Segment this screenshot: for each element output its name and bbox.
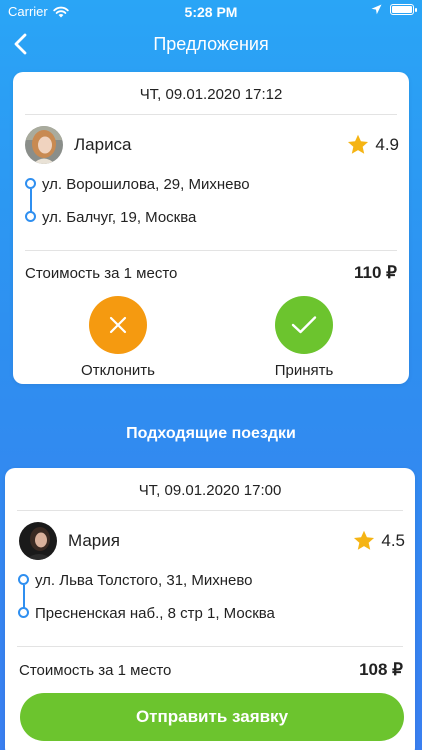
driver-name: Лариса (74, 135, 132, 154)
trip-date: ЧТ, 09.01.2020 17:00 (138, 482, 282, 499)
close-icon (109, 316, 127, 334)
route-start-dot (25, 178, 36, 189)
checkmark-icon (291, 316, 317, 334)
status-time: 5:28 PM (184, 4, 238, 20)
driver-photo (25, 126, 63, 164)
route-to: Пресненская наб., 8 стр 1, Москва (35, 605, 275, 622)
rating: 4.5 (353, 530, 405, 551)
price-value: 108 ₽ (359, 660, 403, 679)
divider (17, 646, 403, 647)
status-right (371, 4, 417, 15)
accept-circle[interactable] (275, 296, 333, 354)
accept-button[interactable]: Принять (249, 296, 359, 379)
rating-value: 4.5 (381, 530, 405, 550)
nav-bar: Предложения (0, 24, 422, 64)
price-label: Стоимость за 1 место (19, 662, 172, 679)
send-request-button[interactable]: Отправить заявку (20, 693, 404, 741)
decline-circle[interactable] (89, 296, 147, 354)
decline-button[interactable]: Отклонить (63, 296, 173, 379)
avatar[interactable] (19, 522, 57, 560)
route-start-dot (18, 574, 29, 585)
divider (25, 250, 397, 251)
avatar[interactable] (25, 126, 63, 164)
route-end-dot (18, 607, 29, 618)
divider (17, 510, 403, 511)
page-title: Предложения (153, 34, 269, 54)
price-value: 110 ₽ (354, 263, 397, 282)
location-arrow-icon (371, 4, 382, 15)
route-from: ул. Льва Толстого, 31, Михнево (35, 572, 253, 589)
section-title: Подходящие поездки (126, 425, 296, 442)
rating: 4.9 (347, 134, 399, 155)
route-to: ул. Балчуг, 19, Москва (42, 209, 197, 226)
star-icon (348, 134, 369, 154)
driver-name: Мария (68, 531, 120, 550)
rating-value: 4.9 (375, 134, 399, 154)
offer-card: ЧТ, 09.01.2020 17:12 Лариса 4.9 ул. Воро… (13, 72, 409, 384)
decline-label: Отклонить (81, 362, 155, 379)
star-icon (354, 530, 375, 550)
price-label: Стоимость за 1 место (25, 265, 178, 282)
route-from: ул. Ворошилова, 29, Михнево (42, 176, 250, 193)
driver-photo (19, 522, 57, 560)
battery-icon (390, 4, 417, 15)
route-end-dot (25, 211, 36, 222)
status-bar: Carrier 5:28 PM (0, 0, 422, 24)
divider (25, 114, 397, 115)
offer-date: ЧТ, 09.01.2020 17:12 (139, 86, 283, 103)
accept-label: Принять (274, 362, 334, 379)
